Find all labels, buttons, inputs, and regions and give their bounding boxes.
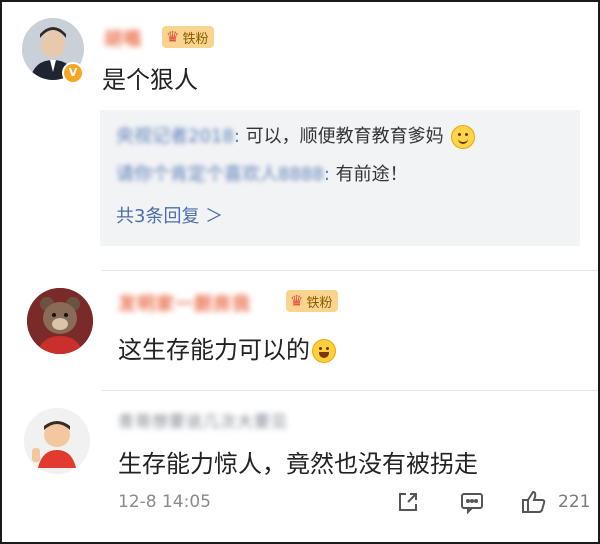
reply-username[interactable]: 央视记者2018 (116, 126, 234, 147)
smile-emoji-icon (451, 125, 476, 149)
comment-text: 是个狠人 (102, 66, 198, 94)
comment-username[interactable]: 青哥想要说几次大要见 (118, 408, 288, 432)
divider (102, 270, 598, 271)
comment-text: 这生存能力可以的 (118, 330, 336, 365)
comment-icon[interactable] (458, 488, 486, 516)
comment-username[interactable]: 发明家一厨房我 (118, 290, 251, 316)
reply-item: 央视记者2018: 可以，顺便教育教育爹妈 (116, 122, 476, 149)
crown-icon: ♛ (290, 291, 304, 310)
comment-footer: 12-8 14:05 221 (2, 488, 598, 524)
crown-icon: ♛ (166, 27, 180, 46)
comment-text-content: 这生存能力可以的 (118, 336, 310, 364)
divider (102, 390, 598, 391)
more-replies-link[interactable]: 共3条回复 ＞ (116, 202, 223, 228)
reply-text: 有前途！ (329, 164, 408, 185)
fans-badge: ♛ 铁粉 (286, 290, 339, 312)
reply-preview-box[interactable]: 央视记者2018: 可以，顺便教育教育爹妈 请你个肯定个喜欢人8888: 有前途… (100, 110, 580, 246)
thumbs-up-icon[interactable] (520, 488, 548, 516)
verified-badge-icon: V (62, 62, 84, 84)
share-icon[interactable] (394, 488, 422, 516)
comment-thread: V 胡唱 ♛ 铁粉 是个狠人 央视记者2018: 可以，顺便教育教育爹妈 请你个… (0, 0, 600, 544)
like-count: 221 (558, 492, 591, 512)
fans-badge-label: 铁粉 (182, 31, 209, 47)
fans-badge: ♛ 铁粉 (162, 26, 215, 48)
avatar[interactable] (27, 288, 93, 354)
comment-username[interactable]: 胡唱 (104, 25, 142, 51)
laugh-emoji-icon (312, 339, 336, 363)
timestamp: 12-8 14:05 (118, 492, 211, 512)
fans-badge-label: 铁粉 (306, 295, 333, 311)
avatar[interactable] (24, 408, 90, 474)
comment-text: 生存能力惊人，竟然也没有被拐走 (118, 450, 478, 478)
reply-username[interactable]: 请你个肯定个喜欢人8888 (116, 164, 324, 185)
reply-text: 可以，顺便教育教育爹妈 (239, 126, 444, 147)
reply-item: 请你个肯定个喜欢人8888: 有前途！ (116, 160, 408, 186)
